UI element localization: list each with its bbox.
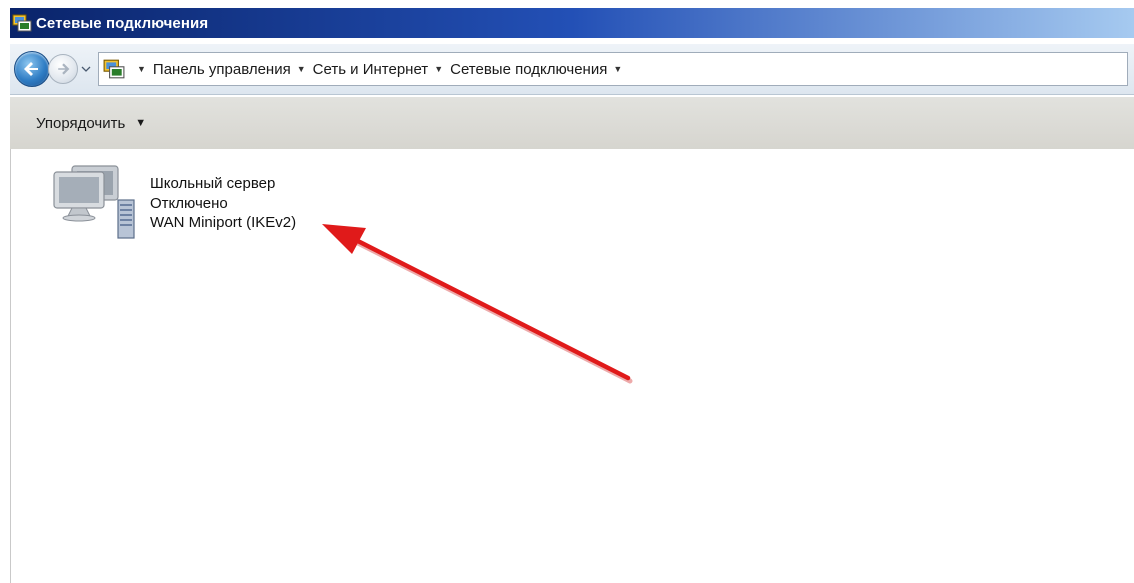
dropdown-arrow-icon: ▼ <box>135 117 147 129</box>
back-button[interactable] <box>14 51 50 87</box>
red-arrow-icon <box>322 224 633 384</box>
network-connections-icon <box>12 14 32 32</box>
back-arrow-icon <box>24 62 38 76</box>
title-bar: Сетевые подключения <box>10 8 1134 38</box>
chevron-down-icon <box>81 66 91 72</box>
breadcrumb: ▼ Панель управления ▼ Сеть и Интернет ▼ … <box>131 61 629 78</box>
breadcrumb-separator-icon[interactable]: ▼ <box>613 64 622 74</box>
breadcrumb-separator-icon[interactable]: ▼ <box>297 64 306 74</box>
forward-button[interactable] <box>48 54 78 84</box>
forward-arrow-icon <box>58 63 70 75</box>
command-bar: Упорядочить ▼ <box>10 97 1134 149</box>
organize-button[interactable]: Упорядочить ▼ <box>36 115 146 132</box>
content-border <box>10 149 11 583</box>
breadcrumb-control-panel[interactable]: Панель управления <box>153 61 291 78</box>
connection-item[interactable]: Школьный сервер Отключено WAN Miniport (… <box>50 160 380 240</box>
connection-details: Школьный сервер Отключено WAN Miniport (… <box>150 174 296 233</box>
breadcrumb-network-internet[interactable]: Сеть и Интернет <box>313 61 429 78</box>
history-dropdown-button[interactable] <box>80 65 92 73</box>
window-title: Сетевые подключения <box>36 14 209 32</box>
connection-name: Школьный сервер <box>150 175 276 192</box>
computer-server-icon <box>53 165 135 239</box>
organize-label: Упорядочить <box>36 114 126 132</box>
breadcrumb-separator-icon[interactable]: ▼ <box>434 64 443 74</box>
connection-device: WAN Miniport (IKEv2) <box>150 214 297 231</box>
address-bar[interactable]: ▼ Панель управления ▼ Сеть и Интернет ▼ … <box>98 52 1128 86</box>
navigation-bar: ▼ Панель управления ▼ Сеть и Интернет ▼ … <box>10 44 1134 95</box>
breadcrumb-network-connections[interactable]: Сетевые подключения <box>450 61 607 78</box>
connection-status: Отключено <box>150 194 228 212</box>
breadcrumb-separator-icon[interactable]: ▼ <box>137 64 146 74</box>
network-connections-icon <box>103 59 125 79</box>
